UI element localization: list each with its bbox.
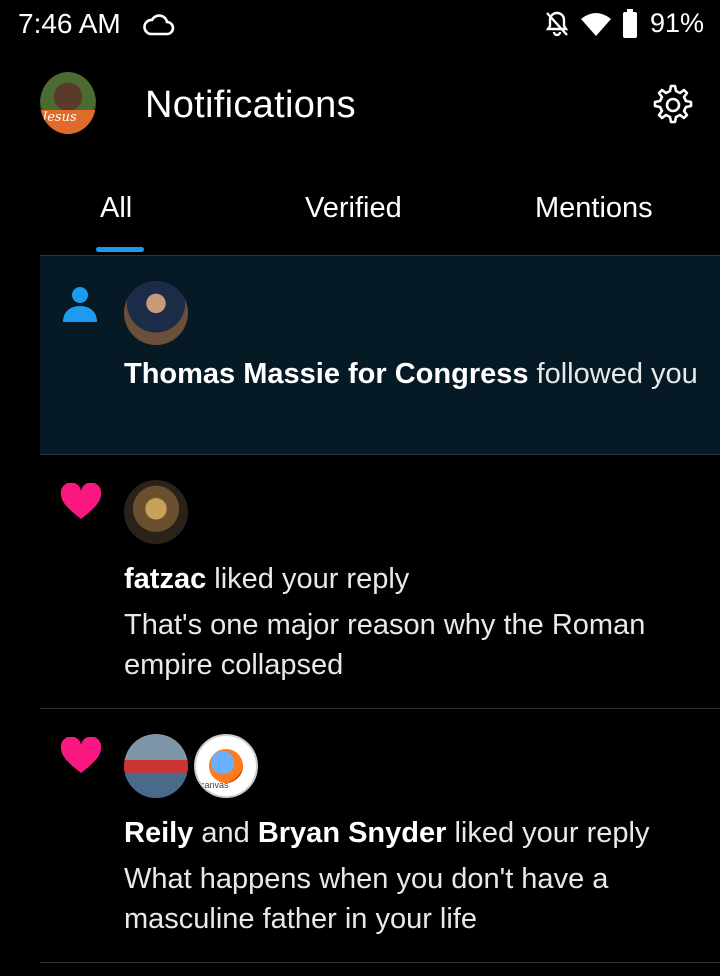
wifi-icon [580,12,611,36]
person-icon [63,287,97,322]
globe-icon [209,749,243,783]
avatar-group [124,281,188,345]
my-avatar[interactable]: Jesus [40,72,96,134]
tab-selected-indicator [96,247,144,252]
bell-off-icon [545,11,569,36]
cloud-icon [143,14,175,36]
actor-name[interactable]: Reily [124,817,193,849]
battery-icon [622,8,637,38]
notification-action: followed you [528,358,698,390]
avatar[interactable]: canvas [194,734,258,798]
actor-name[interactable]: Bryan Snyder [258,817,447,849]
actor-name[interactable]: fatzac [124,563,206,595]
tab-mentions[interactable]: Mentions [535,192,653,225]
reply-snippet: That's one major reason why the Roman em… [124,609,646,681]
avatar[interactable] [124,480,188,544]
status-right: 91% [544,8,704,39]
page-title: Notifications [145,84,356,126]
avatar-shirt-text: Jesus [40,110,96,134]
avatar-group: canvas [124,734,258,798]
notification-text: fatzac liked your reply [124,559,699,599]
notification-text: Thomas Massie for Congress followed you [124,354,699,394]
avatar[interactable] [124,734,188,798]
tab-verified[interactable]: Verified [305,192,402,225]
reply-snippet: What happens when you don't have a mascu… [124,863,609,935]
heart-icon [60,737,102,773]
tab-bar: All Verified Mentions [0,162,720,256]
tab-all[interactable]: All [100,192,132,225]
gear-icon[interactable] [648,82,694,128]
notification-action: liked your reply [446,817,650,849]
connector-text: and [193,817,258,849]
status-time: 7:46 AM [18,8,121,39]
avatar-caption: canvas [200,780,229,790]
actor-name[interactable]: Thomas Massie for Congress [124,358,529,390]
status-bar: 7:46 AM 91% [0,0,720,52]
notification-item[interactable]: canvas Reily and Bryan Snyder liked your… [40,709,720,963]
notification-item[interactable]: Thomas Massie for Congress followed you [40,256,720,455]
notification-action: liked your reply [206,563,410,595]
heart-icon [60,483,102,519]
battery-percentage: 91% [649,8,704,38]
avatar-group [124,480,188,544]
notification-text: Reily and Bryan Snyder liked your reply [124,813,699,853]
avatar[interactable] [124,281,188,345]
notification-item[interactable]: fatzac liked your reply That's one major… [40,455,720,709]
header: Jesus Notifications [0,52,720,162]
